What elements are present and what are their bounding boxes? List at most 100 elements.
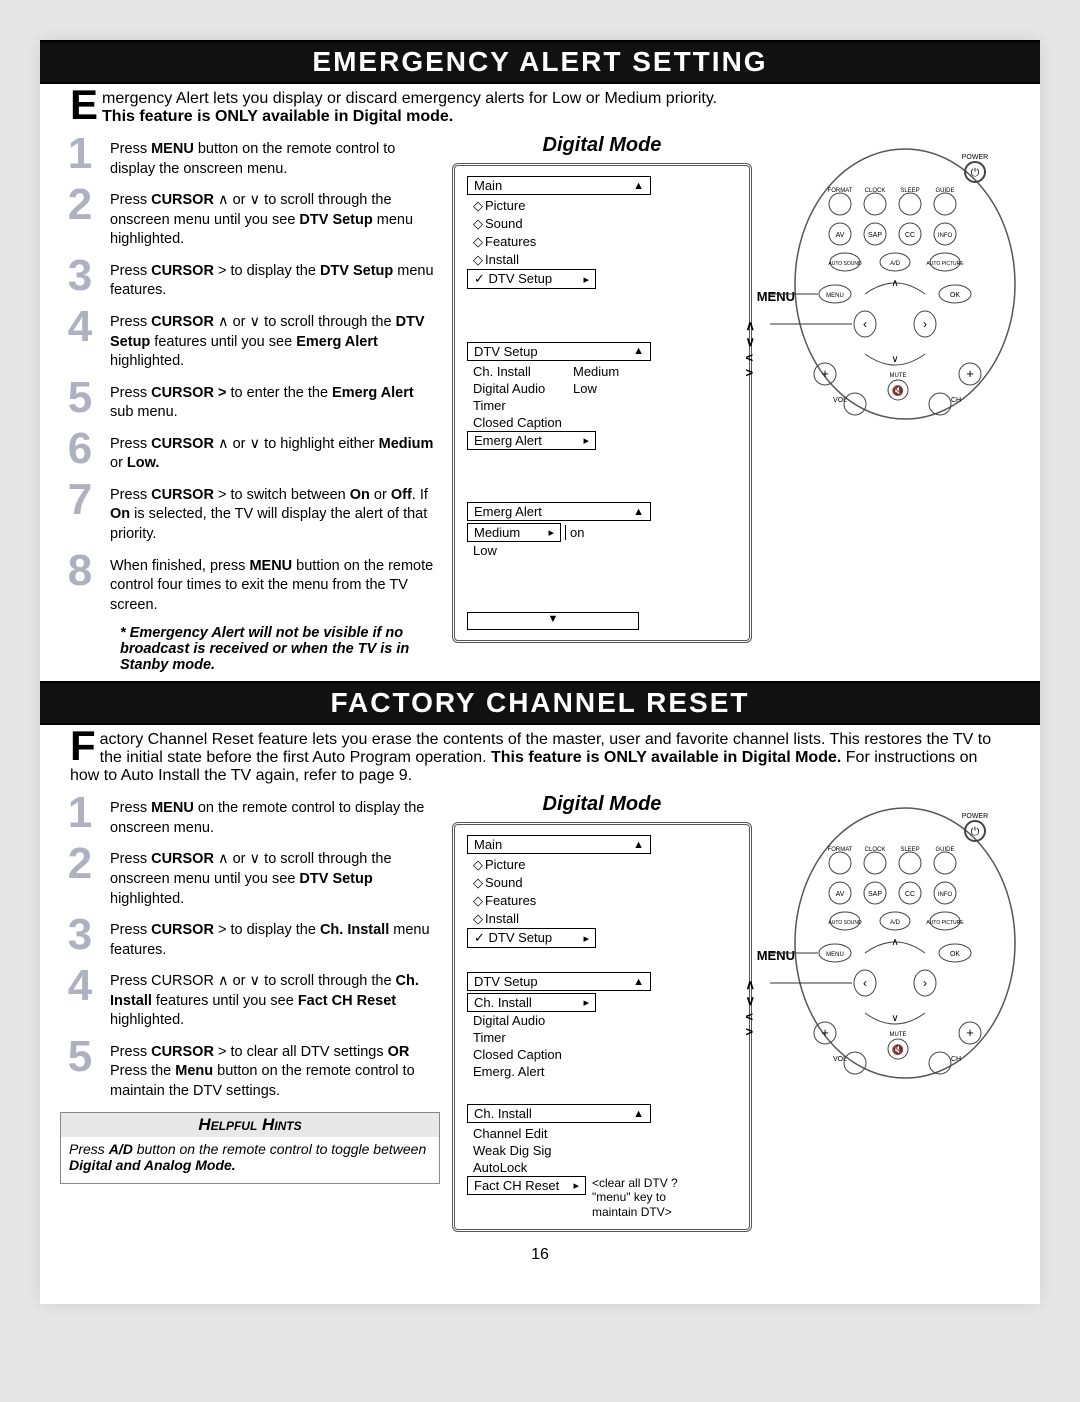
ch-install-menu: Ch. Install▲ Channel Edit Weak Dig Sig A… — [467, 1104, 737, 1219]
svg-text:AUTO SOUND: AUTO SOUND — [828, 920, 862, 926]
svg-text:MENU: MENU — [826, 293, 844, 299]
step-text: Press CURSOR > to clear all DTV settings… — [110, 1037, 440, 1102]
svg-text:A/D: A/D — [890, 920, 901, 926]
svg-text:INFO: INFO — [938, 233, 953, 239]
helpful-hints-title: Helpful Hints — [61, 1113, 439, 1137]
step-number: 5 — [60, 1037, 100, 1077]
up-arrow-icon: ▲ — [633, 345, 644, 357]
svg-text:MUTE: MUTE — [890, 1032, 907, 1038]
dtv-setup-menu: DTV Setup▲ Ch. InstallMedium Digital Aud… — [467, 342, 737, 450]
svg-text:+: + — [821, 1025, 829, 1040]
intro-bold: This feature is ONLY available in Digita… — [102, 108, 453, 125]
dtv-setup-menu: DTV Setup▲ Ch. Install▸ Digital Audio Ti… — [467, 972, 737, 1080]
emerg-alert-menu: Emerg Alert▲ Medium▸on Low — [467, 502, 737, 559]
digital-mode-column-factory: Digital Mode Main▲ ◇Picture ◇Sound ◇Feat… — [452, 793, 752, 1232]
dropcap: F — [70, 731, 100, 761]
svg-text:OK: OK — [950, 951, 960, 958]
svg-text:AUTO PICTURE: AUTO PICTURE — [926, 261, 964, 267]
down-arrow-row: ▼ — [467, 612, 639, 630]
intro-emergency: E mergency Alert lets you display or dis… — [40, 84, 1040, 128]
step-number: 7 — [60, 480, 100, 520]
step-number: 4 — [60, 307, 100, 347]
step-text: Press CURSOR > to enter the the Emerg Al… — [110, 378, 440, 423]
step-text: Press MENU button on the remote control … — [110, 134, 440, 179]
tv-screen: Main▲ ◇Picture ◇Sound ◇Features ◇Install… — [452, 163, 752, 643]
step-text: Press CURSOR > to display the DTV Setup … — [110, 256, 440, 301]
section-title-emergency: EMERGENCY ALERT SETTING — [40, 40, 1040, 84]
svg-text:›: › — [923, 317, 927, 331]
step-text: Press MENU on the remote control to disp… — [110, 793, 440, 838]
dropcap: E — [70, 90, 102, 120]
step-text: When finished, press MENU buttion on the… — [110, 551, 440, 616]
page-number: 16 — [40, 1232, 1040, 1264]
svg-text:›: › — [923, 976, 927, 990]
steps-column-emergency: 1 Press MENU button on the remote contro… — [60, 134, 440, 673]
intro-bold: This feature is ONLY available in Digita… — [491, 749, 841, 766]
digital-mode-column-emergency: Digital Mode Main▲ ◇Picture ◇Sound ◇Feat… — [452, 134, 752, 673]
svg-text:A/D: A/D — [890, 261, 901, 267]
up-arrow-icon: ▲ — [633, 506, 644, 518]
manual-page: EMERGENCY ALERT SETTING E mergency Alert… — [40, 40, 1040, 1304]
step-number: 2 — [60, 844, 100, 884]
step-number: 6 — [60, 429, 100, 469]
step-text: Press CURSOR ∧ or ∨ to highlight either … — [110, 429, 440, 474]
svg-text:INFO: INFO — [938, 892, 953, 898]
step-number: 4 — [60, 966, 100, 1006]
svg-text:CC: CC — [905, 232, 915, 239]
svg-text:AV: AV — [836, 891, 845, 898]
svg-text:∧: ∧ — [891, 937, 898, 948]
section-title-factory: FACTORY CHANNEL RESET — [40, 681, 1040, 725]
svg-text:+: + — [821, 366, 829, 381]
step-number: 3 — [60, 915, 100, 955]
intro-text: mergency Alert lets you display or disca… — [102, 90, 717, 107]
svg-text:+: + — [966, 366, 974, 381]
step-text: Press CURSOR ∧ or ∨ to scroll through th… — [110, 844, 440, 909]
step-text: Press CURSOR ∧ or ∨ to scroll through th… — [110, 966, 440, 1031]
step-text: Press CURSOR > to switch between On or O… — [110, 480, 440, 545]
svg-text:AV: AV — [836, 232, 845, 239]
step-number: 3 — [60, 256, 100, 296]
remote-icon: POWER ⏻ FORMAT CLOCK SLEEP GUIDE AV SAP … — [770, 793, 1020, 1093]
step-text: Press CURSOR > to display the Ch. Instal… — [110, 915, 440, 960]
svg-text:+: + — [966, 1025, 974, 1040]
svg-text:AUTO PICTURE: AUTO PICTURE — [926, 920, 964, 926]
step-number: 1 — [60, 134, 100, 174]
step-number: 5 — [60, 378, 100, 418]
digital-mode-title: Digital Mode — [452, 793, 752, 816]
digital-mode-title: Digital Mode — [452, 134, 752, 157]
footnote: * Emergency Alert will not be visible if… — [60, 621, 440, 673]
svg-text:∧: ∧ — [891, 278, 898, 289]
svg-text:CH: CH — [951, 1056, 961, 1063]
svg-text:POWER: POWER — [962, 154, 988, 161]
svg-text:⏻: ⏻ — [971, 826, 980, 838]
svg-text:OK: OK — [950, 292, 960, 299]
step-number: 1 — [60, 793, 100, 833]
up-arrow-icon: ▲ — [633, 180, 644, 192]
svg-text:POWER: POWER — [962, 813, 988, 820]
step-text: Press CURSOR ∧ or ∨ to scroll through th… — [110, 185, 440, 250]
svg-text:∨: ∨ — [891, 354, 898, 365]
svg-text:MENU: MENU — [826, 952, 844, 958]
remote-icon: POWER ⏻ FORMAT CLOCK SLEEP GUIDE AV SAP … — [770, 134, 1020, 434]
intro-factory: F actory Channel Reset feature lets you … — [40, 725, 1040, 787]
cursor-callout: ∧ ∨ < > — [745, 318, 755, 380]
helpful-hints-body: Press A/D button on the remote control t… — [61, 1137, 439, 1177]
svg-text:CC: CC — [905, 891, 915, 898]
svg-text:AUTO SOUND: AUTO SOUND — [828, 261, 862, 267]
step-number: 8 — [60, 551, 100, 591]
clear-note: <clear all DTV ? "menu" key to maintain … — [592, 1176, 692, 1219]
svg-text:∨: ∨ — [891, 1013, 898, 1024]
right-arrow-icon: ▸ — [583, 434, 589, 447]
svg-text:⏻: ⏻ — [971, 167, 980, 179]
svg-text:CH: CH — [951, 397, 961, 404]
right-arrow-icon: ▸ — [548, 526, 554, 539]
svg-text:SAP: SAP — [868, 232, 882, 239]
svg-text:🔇: 🔇 — [892, 1043, 904, 1056]
main-menu: Main▲ ◇Picture ◇Sound ◇Features ◇Install… — [467, 835, 737, 948]
step-number: 2 — [60, 185, 100, 225]
right-arrow-icon: ▸ — [583, 273, 589, 286]
step-text: Press CURSOR ∧ or ∨ to scroll through th… — [110, 307, 440, 372]
cursor-callout: ∧ ∨ < > — [745, 977, 755, 1039]
steps-column-factory: 1 Press MENU on the remote control to di… — [60, 793, 440, 1232]
helpful-hints-box: Helpful Hints Press A/D button on the re… — [60, 1112, 440, 1184]
